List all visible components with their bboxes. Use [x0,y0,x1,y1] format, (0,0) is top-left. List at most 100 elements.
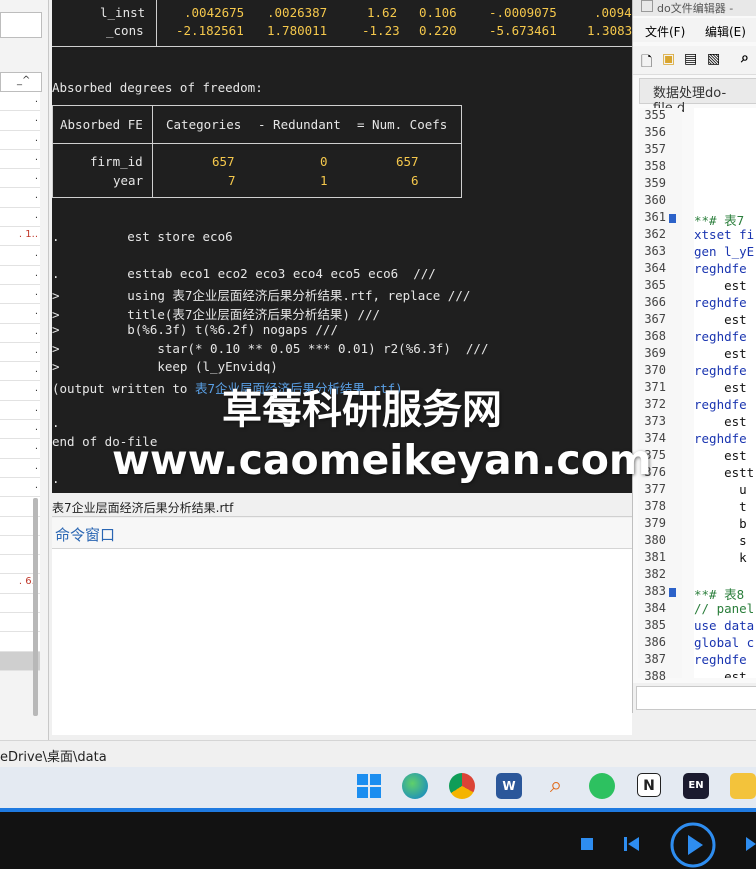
variable-list-item-label: . [34,209,38,221]
coef-row-name: _cons [106,23,144,38]
variable-list-item[interactable]: . [0,304,40,324]
editor-title-bar[interactable]: do文件编辑器 - [633,0,756,16]
variable-list-item-label: . [34,325,38,337]
wechat-icon[interactable] [589,773,615,799]
command-echo-line: . est store eco6 [52,229,233,244]
variable-list-item-label: . [34,171,38,183]
t-value: -1.23 [362,23,400,38]
chrome-icon[interactable] [449,773,475,799]
fe-num: 657 [396,154,419,169]
variable-list-item[interactable]: . [0,439,40,459]
fe-header-categories: Categories [166,117,242,132]
fe-header-num: = Num. Coefs [357,117,448,132]
variable-list-item-label: . [34,383,38,395]
fe-table-rule [461,105,462,198]
variable-list-item[interactable]: . 1.. [0,227,40,247]
variable-list-item-label: . 1.. [18,229,38,241]
variable-list-item[interactable]: . [0,420,40,440]
code-line: reghdfe [694,295,747,310]
fe-row-name: year [113,173,144,188]
edge-icon[interactable] [402,773,428,799]
code-line: s [694,142,756,157]
fe-row-name: firm_id [90,154,143,169]
line-number: 355 [644,108,666,122]
code-line: reghdfe [694,261,747,276]
menu-edit[interactable]: 编辑(E) [705,23,746,40]
fe-num: 6 [411,173,419,188]
variable-list-item[interactable]: . [0,149,40,170]
se-value: .0026387 [267,5,328,20]
save-icon[interactable]: ▤ [684,51,697,67]
search-app-icon[interactable]: ⌕ [543,773,569,799]
open-folder-icon[interactable]: ▣ [662,51,675,67]
search-icon[interactable]: ⌕ [741,50,749,66]
line-number: 371 [644,380,666,394]
line-number: 356 [644,125,666,139]
print-icon[interactable]: ▧ [707,51,720,67]
absorbed-title: Absorbed degrees of freedom: [52,80,263,95]
code-line: est [694,346,747,361]
command-window-title: 命令窗口 [55,526,116,544]
variable-list-item[interactable]: . [0,169,40,189]
notion-icon[interactable]: N [637,773,661,797]
editor-code-area[interactable]: t b s k o**# 表7xtset figen l_yEreghdfe e… [694,108,756,678]
variable-list-item[interactable]: . [0,188,40,208]
next-icon[interactable] [745,836,756,852]
windows-icon[interactable] [356,773,382,799]
line-number: 388 [644,669,666,683]
variable-list-item-label: . [34,402,38,414]
code-line: est [694,414,747,429]
stop-icon[interactable] [581,838,593,850]
variable-list-item-label: . [34,132,38,144]
variable-list-item[interactable]: . [0,381,40,401]
variable-list-item[interactable]: . [0,477,40,498]
fe-categories: 7 [228,173,236,188]
editor-file-tab[interactable]: 数据处理do-file.d [639,78,756,116]
code-line: reghdfe [694,363,747,378]
command-window-header: 命令窗口 [52,518,642,549]
code-line: est [694,448,747,463]
menu-file[interactable]: 文件(F) [645,23,685,40]
en-input-icon[interactable]: EN [683,773,709,799]
p-value: 0.220 [419,23,457,38]
variable-list-item[interactable]: . [0,92,40,112]
word-icon[interactable]: W [496,773,522,799]
code-line: est [694,312,747,327]
variable-list-item[interactable]: . [0,284,40,305]
variable-list-item-label: . [34,151,38,163]
coef-value: .0042675 [184,5,245,20]
previous-icon[interactable] [623,836,641,852]
variable-list-item[interactable]: . [0,111,40,131]
line-number: 364 [644,261,666,275]
variable-list-item[interactable]: . [0,400,40,421]
command-input[interactable] [52,549,632,735]
variable-list-item[interactable]: . [0,265,40,285]
bookmark-icon[interactable] [669,214,676,223]
variable-list-item[interactable]: . [0,458,40,478]
fe-header-redundant: - Redundant [258,117,341,132]
new-file-icon[interactable]: 🗋 [641,51,652,75]
variable-list-item-label: . [34,479,38,491]
variable-list-item-label: . [34,364,38,376]
variable-list-item[interactable]: . [0,342,40,363]
variable-list-item-label: . [34,248,38,260]
variable-list-item[interactable]: . [0,323,40,343]
variable-list-item[interactable]: . [0,246,40,266]
play-icon[interactable] [670,822,716,868]
variables-scrollbar[interactable] [33,498,38,716]
watermark-url: www.caomeikeyan.com [112,436,652,484]
t-value: 1.62 [367,5,398,20]
editor-find-field[interactable] [636,686,756,710]
variable-search-input[interactable] [0,12,42,38]
variable-list-item[interactable]: . [0,130,40,150]
variable-list-item[interactable]: . [0,207,40,228]
command-echo-line: > using 表7企业层面经济后果分析结果.rtf, replace /// [52,288,471,303]
bookmark-icon[interactable] [669,588,676,597]
code-line: t [694,499,747,514]
variable-list-item[interactable]: . [0,362,40,382]
variables-column-header[interactable]: _^ [0,72,42,92]
folder-icon[interactable] [730,773,756,799]
code-line: est [694,380,747,395]
line-number: 373 [644,414,666,428]
fe-redundant: 1 [320,173,328,188]
